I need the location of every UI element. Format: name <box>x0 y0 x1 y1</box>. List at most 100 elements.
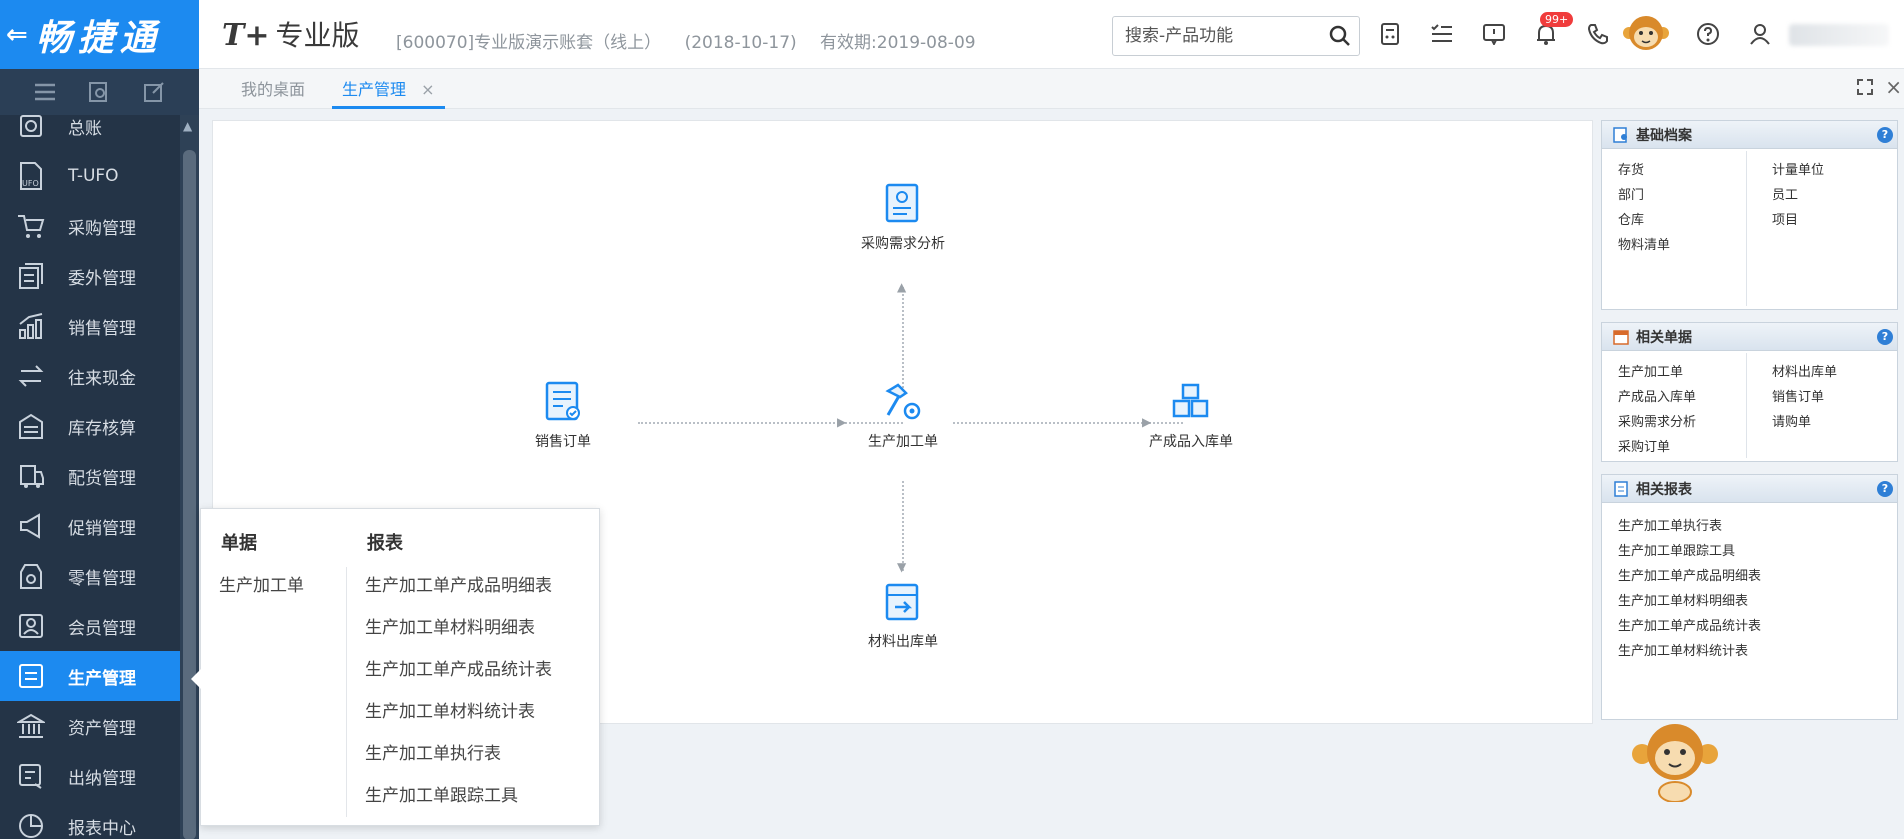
column-divider <box>1746 151 1747 306</box>
sidebar-toolbar <box>0 69 199 115</box>
menu-item-report[interactable]: 生产加工单产成品明细表 <box>365 571 552 596</box>
link-item[interactable]: 员工 <box>1772 184 1798 203</box>
documents-heading: 单据 <box>221 533 257 554</box>
pie-chart-icon <box>14 809 48 839</box>
product-name: 专业版 <box>275 19 360 52</box>
sidebar-item-retail[interactable]: 零售管理 <box>0 551 180 601</box>
sidebar-item-ledger[interactable]: 总账 <box>0 115 180 151</box>
link-item[interactable]: 部门 <box>1618 184 1644 203</box>
link-item[interactable]: 物料清单 <box>1618 234 1670 253</box>
sidebar-item-label: T-UFO <box>68 166 119 186</box>
tab-production[interactable]: 生产管理 × <box>332 77 445 109</box>
search-input[interactable] <box>1125 26 1325 46</box>
search-box[interactable] <box>1112 16 1360 56</box>
fullscreen-icon[interactable] <box>1856 78 1874 100</box>
link-item[interactable]: 生产加工单产成品明细表 <box>1618 565 1761 584</box>
monkey-mascot-icon[interactable] <box>1630 722 1720 802</box>
tab-bar: 我的桌面 生产管理 × × <box>199 69 1904 109</box>
monkey-avatar-icon[interactable] <box>1623 11 1669 57</box>
scroll-thumb[interactable] <box>183 150 196 839</box>
link-item[interactable]: 产成品入库单 <box>1618 386 1696 405</box>
link-item[interactable]: 请购单 <box>1772 411 1811 430</box>
sidebar-item-purchase[interactable]: 采购管理 <box>0 201 180 251</box>
close-tab-icon[interactable]: × <box>421 80 434 99</box>
sidebar-item-label: 库存核算 <box>68 418 136 439</box>
link-item[interactable]: 项目 <box>1772 209 1798 228</box>
link-item[interactable]: 采购需求分析 <box>1618 411 1696 430</box>
link-item[interactable]: 生产加工单 <box>1618 361 1683 380</box>
link-item[interactable]: 生产加工单执行表 <box>1618 515 1722 534</box>
flow-node-product-inbound[interactable]: 产成品入库单 <box>1111 379 1271 451</box>
link-item[interactable]: 生产加工单材料明细表 <box>1618 590 1748 609</box>
warehouse-icon <box>14 409 48 443</box>
sidebar-item-sales[interactable]: 销售管理 <box>0 301 180 351</box>
panel-header: 相关报表 ? <box>1602 475 1897 503</box>
search-doc-icon[interactable] <box>86 79 112 105</box>
user-icon[interactable] <box>1746 20 1774 48</box>
link-item[interactable]: 存货 <box>1618 159 1644 178</box>
menu-item-report[interactable]: 生产加工单材料明细表 <box>365 613 535 638</box>
ledger-icon <box>14 115 48 143</box>
panel-header: 基础档案 ? <box>1602 121 1897 149</box>
link-item[interactable]: 生产加工单产成品统计表 <box>1618 615 1761 634</box>
panel-title: 相关单据 <box>1636 329 1692 346</box>
edit-doc-icon[interactable] <box>141 79 167 105</box>
sidebar-item-member[interactable]: 会员管理 <box>0 601 180 651</box>
scroll-up-icon[interactable]: ▲ <box>183 119 192 133</box>
menu-item-report[interactable]: 生产加工单执行表 <box>365 739 501 764</box>
flow-node-material-outbound[interactable]: 材料出库单 <box>823 579 983 651</box>
help-icon[interactable]: ? <box>1877 127 1893 143</box>
link-item[interactable]: 计量单位 <box>1772 159 1824 178</box>
menu-item-report[interactable]: 生产加工单跟踪工具 <box>365 781 518 806</box>
sidebar-item-label: 报表中心 <box>68 818 136 839</box>
link-item[interactable]: 销售订单 <box>1772 386 1824 405</box>
outsource-icon <box>14 259 48 293</box>
sidebar-item-reports[interactable]: 报表中心 <box>0 801 180 839</box>
user-name-blurred[interactable] <box>1789 24 1889 46</box>
help-icon[interactable]: ? <box>1877 481 1893 497</box>
menu-item-report[interactable]: 生产加工单材料统计表 <box>365 697 535 722</box>
sidebar-item-distribution[interactable]: 配货管理 <box>0 451 180 501</box>
flow-node-sales-order[interactable]: 销售订单 <box>483 379 643 451</box>
link-item[interactable]: 生产加工单跟踪工具 <box>1618 540 1735 559</box>
production-icon <box>14 659 48 693</box>
link-item[interactable]: 材料出库单 <box>1772 361 1837 380</box>
account-validity: 有效期:2019-08-09 <box>820 33 976 53</box>
link-item[interactable]: 仓库 <box>1618 209 1644 228</box>
close-all-icon[interactable]: × <box>1885 75 1902 99</box>
sidebar-item-assets[interactable]: 资产管理 <box>0 701 180 751</box>
task-list-icon[interactable] <box>1428 20 1456 48</box>
help-circle-icon[interactable] <box>1694 20 1722 48</box>
submenu-caret <box>191 669 201 689</box>
link-item[interactable]: 采购订单 <box>1618 436 1670 455</box>
link-item[interactable]: 生产加工单材料统计表 <box>1618 640 1748 659</box>
sidebar-item-promotion[interactable]: 促销管理 <box>0 501 180 551</box>
logo-bar[interactable]: ⇐ 畅捷通 <box>0 0 199 69</box>
menu-item-report[interactable]: 生产加工单产成品统计表 <box>365 655 552 680</box>
cart-icon <box>14 209 48 243</box>
sidebar-item-inventory[interactable]: 库存核算 <box>0 401 180 451</box>
account-info: [600070]专业版演示账套（线上） (2018-10-17) 有效期:201… <box>396 28 994 53</box>
menu-item-production-order[interactable]: 生产加工单 <box>219 571 304 596</box>
sidebar-item-cash[interactable]: 往来现金 <box>0 351 180 401</box>
back-arrow-icon[interactable]: ⇐ <box>6 20 28 50</box>
message-icon[interactable] <box>1480 20 1508 48</box>
sidebar-item-tufo[interactable]: UFO T-UFO <box>0 151 180 201</box>
menu-icon[interactable] <box>32 79 58 105</box>
sidebar-item-outsource[interactable]: 委外管理 <box>0 251 180 301</box>
panel-title: 相关报表 <box>1636 481 1692 498</box>
tab-my-desktop[interactable]: 我的桌面 <box>241 77 305 109</box>
sidebar-item-production[interactable]: 生产管理 <box>0 651 180 701</box>
search-icon[interactable] <box>1329 25 1351 51</box>
calculator-icon[interactable] <box>1376 20 1404 48</box>
store-icon <box>14 559 48 593</box>
sidebar-item-label: 促销管理 <box>68 518 136 539</box>
sidebar-item-cashier[interactable]: 出纳管理 <box>0 751 180 801</box>
tab-label: 生产管理 <box>342 80 407 99</box>
phone-icon[interactable] <box>1584 20 1612 48</box>
flow-node-purchase-analysis[interactable]: 采购需求分析 <box>823 181 983 253</box>
flow-node-production-order[interactable]: 生产加工单 <box>823 379 983 451</box>
sidebar-scrollbar[interactable]: ▲ <box>180 115 199 839</box>
help-icon[interactable]: ? <box>1877 329 1893 345</box>
submenu-divider <box>346 567 347 817</box>
